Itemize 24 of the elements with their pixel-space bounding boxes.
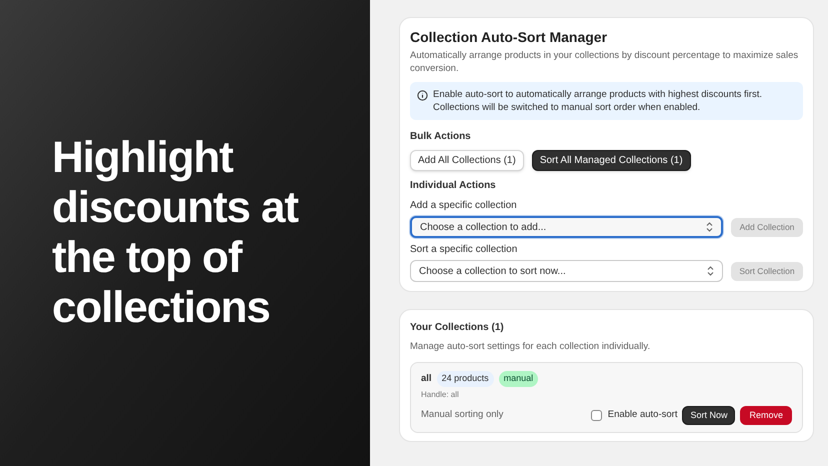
bulk-action-button[interactable]: Sort All Managed Collections (1)	[532, 150, 691, 171]
collection-handle: Handle: all	[421, 388, 460, 401]
sort-status: Manual sorting only	[421, 408, 504, 422]
sort-now-button[interactable]: Sort Now	[682, 406, 736, 425]
chevron-updown-icon	[706, 222, 713, 232]
checkbox-label: Enable auto-sort	[608, 408, 678, 422]
info-icon	[417, 90, 428, 101]
card-title: Your Collections (1)	[410, 321, 505, 335]
product-count-badge: 24 products	[436, 371, 494, 387]
bulk-action-button[interactable]: Add All Collections (1)	[410, 150, 524, 171]
card-description: Manage auto-sort settings for each collection individually.	[410, 340, 652, 354]
remove-button[interactable]: Remove	[740, 406, 792, 425]
chevron-updown-icon	[707, 266, 714, 276]
field-label: Add a specific collection	[410, 199, 518, 213]
info-text: Enable auto-sort to automatically arrange products with highest discounts first. Collections will be switched to manual sort order when enabled.	[433, 88, 763, 114]
card-description: Automatically arrange products in your collections by discount percentage to maximize sales conversion.	[410, 49, 800, 75]
auto-sort-checkbox[interactable]	[590, 410, 602, 421]
section-heading: Individual Actions	[410, 179, 497, 193]
field-label: Sort a specific collection	[410, 243, 518, 257]
card-title: Collection Auto-Sort Manager	[410, 28, 608, 46]
headline: Highlight discounts at the top of collections	[52, 133, 300, 333]
section-heading: Bulk Actions	[410, 130, 472, 144]
sort-mode-badge: manual	[498, 371, 538, 387]
collection-name: all	[421, 372, 432, 386]
